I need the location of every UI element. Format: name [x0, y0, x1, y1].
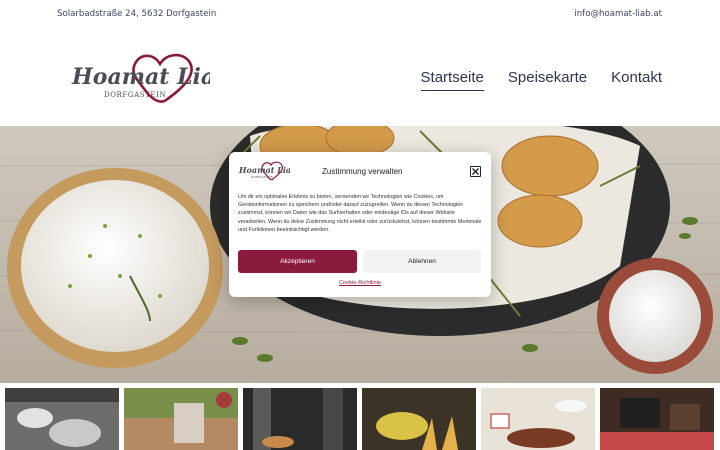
gallery-thumb[interactable] [124, 388, 238, 450]
gallery-thumb[interactable] [243, 388, 357, 450]
gallery-strip [5, 388, 717, 450]
logo-graphic: Hoamat Liab DORFGASTEIN [71, 53, 231, 103]
email-link[interactable]: info@hoamat-liab.at [574, 9, 662, 19]
consent-dialog: Hoamat Liab DORFGASTEIN Zustimmung verwa… [229, 152, 491, 297]
dialog-body: Um dir ein optimales Erlebnis zu bieten,… [238, 194, 482, 233]
site-header: Hoamat Liab DORFGASTEIN Startseite Speis… [0, 32, 720, 126]
site-logo[interactable]: Hoamat Liab DORFGASTEIN [70, 50, 231, 110]
main-nav: Startseite Speisekarte Kontakt [420, 69, 662, 91]
address-text: Solarbadstraße 24, 5632 Dorfgastein [57, 9, 217, 19]
nav-startseite[interactable]: Startseite [420, 69, 484, 91]
gallery-thumb[interactable] [362, 388, 476, 450]
dialog-logo: Hoamat Liab DORFGASTEIN [238, 160, 297, 182]
gallery-thumb[interactable] [5, 388, 119, 450]
top-bar: Solarbadstraße 24, 5632 Dorfgastein info… [0, 0, 720, 32]
nav-speisekarte[interactable]: Speisekarte [508, 69, 587, 91]
close-button[interactable] [470, 166, 481, 177]
svg-text:DORFGASTEIN: DORFGASTEIN [251, 175, 274, 179]
svg-text:Hoamat Liab: Hoamat Liab [71, 64, 210, 90]
dialog-title: Zustimmung verwalten [322, 167, 403, 176]
gallery-thumb[interactable] [481, 388, 595, 450]
cookie-policy-link[interactable]: Cookie-Richtlinie [229, 280, 491, 286]
deny-button[interactable]: Ablehnen [363, 250, 481, 273]
svg-text:DORFGASTEIN: DORFGASTEIN [104, 91, 166, 99]
svg-text:Hoamat Liab: Hoamat Liab [238, 165, 290, 175]
accept-button[interactable]: Akzeptieren [238, 250, 357, 273]
gallery-thumb[interactable] [600, 388, 714, 450]
nav-kontakt[interactable]: Kontakt [611, 69, 662, 91]
close-icon [472, 168, 479, 175]
